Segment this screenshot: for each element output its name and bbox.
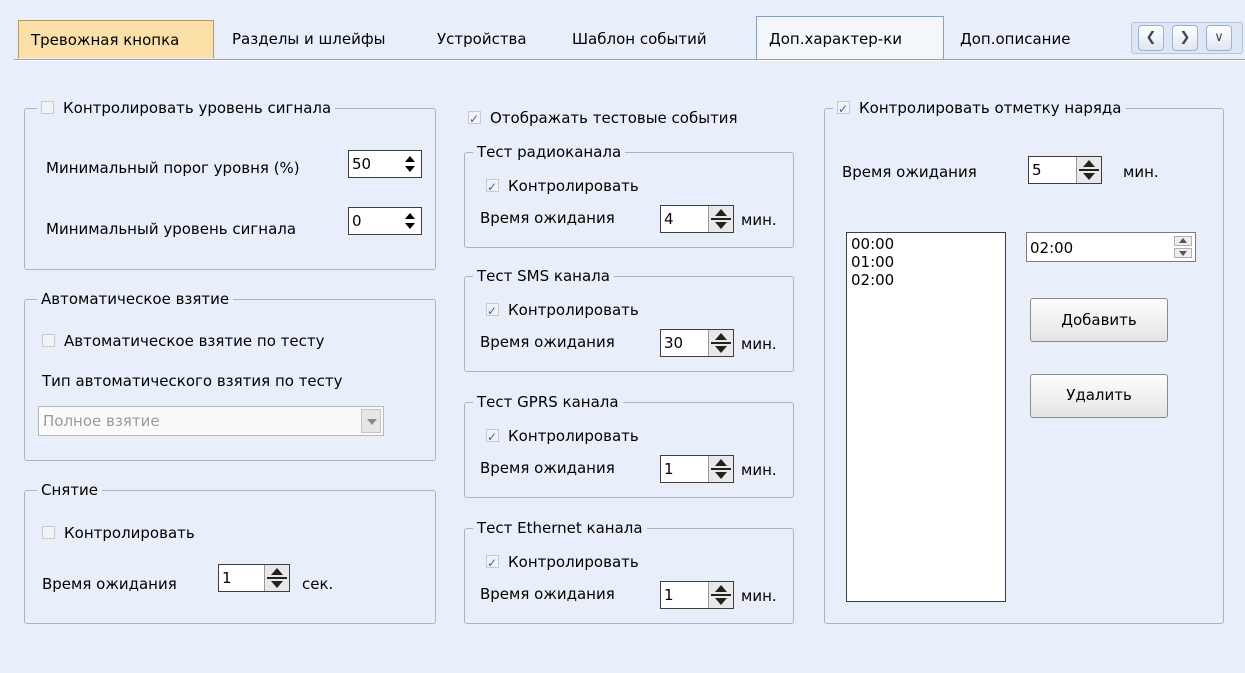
auto-arm-by-test-checkbox[interactable] [42, 334, 55, 347]
duty-wait-label: Время ожидания [842, 163, 977, 181]
auto-arm-type-select[interactable]: Полное взятие [38, 406, 384, 436]
signal-level-checkbox[interactable] [41, 101, 54, 114]
gprs-test-checkbox[interactable] [486, 427, 499, 447]
auto-arm-legend: Автоматическое взятие [37, 289, 234, 309]
radio-test-wait-label: Время ожидания [480, 209, 615, 227]
disarm-control-checkbox[interactable] [42, 526, 55, 539]
show-test-events-label: Отображать тестовые события [490, 109, 738, 127]
tab-sections-loops[interactable]: Разделы и шлейфы [220, 20, 418, 58]
list-item[interactable]: 00:00 [851, 235, 1001, 253]
ethernet-test-wait-spin[interactable]: 1 [660, 581, 734, 609]
sms-test-group: Тест SMS канала [464, 266, 794, 372]
spin-arrows-icon[interactable] [1174, 236, 1192, 258]
gprs-test-group: Тест GPRS канала [464, 392, 794, 498]
gprs-test-wait-label: Время ожидания [480, 459, 615, 477]
auto-arm-by-test-label: Автоматическое взятие по тесту [64, 332, 325, 350]
ethernet-test-unit: мин. [741, 587, 777, 605]
radio-test-wait-spin[interactable]: 4 [660, 205, 734, 233]
spin-arrows-icon[interactable] [1076, 157, 1101, 183]
duty-time-input[interactable]: 02:00 [1026, 232, 1196, 262]
gprs-test-control-label: Контролировать [508, 427, 639, 445]
chevron-down-icon[interactable] [361, 409, 381, 433]
signal-level-legend: Контролировать уровень сигнала [63, 99, 332, 117]
disarm-control-label: Контролировать [64, 524, 195, 542]
tab-alarm-button[interactable]: Тревожная кнопка [18, 20, 214, 58]
sms-test-wait-spin[interactable]: 30 [660, 329, 734, 357]
tab-extra-description[interactable]: Доп.описание [948, 20, 1112, 58]
disarm-group: Снятие [24, 480, 436, 624]
radio-test-control-label: Контролировать [508, 177, 639, 195]
ethernet-test-legend: Тест Ethernet канала [473, 518, 647, 538]
ethernet-test-group: Тест Ethernet канала [464, 518, 794, 624]
tab-extra-properties[interactable]: Доп.характер-ки [756, 16, 944, 60]
spin-arrows-icon[interactable] [264, 565, 289, 591]
tab-bar: Тревожная кнопка Разделы и шлейфы Устрой… [0, 0, 1245, 62]
show-test-events-checkbox[interactable] [468, 109, 481, 129]
duty-mark-legend: Контролировать отметку наряда [859, 99, 1122, 117]
tab-devices[interactable]: Устройства [425, 20, 556, 58]
min-level-label: Минимальный уровень сигнала [46, 220, 297, 238]
sms-test-wait-label: Время ожидания [480, 333, 615, 351]
spin-arrows-icon[interactable] [708, 206, 733, 232]
sms-test-checkbox[interactable] [486, 301, 499, 321]
auto-arm-type-label: Тип автоматического взятия по тесту [42, 372, 343, 390]
ethernet-test-control-label: Контролировать [508, 553, 639, 571]
scroll-right-icon[interactable]: ❯ [1172, 25, 1198, 51]
tab-event-template[interactable]: Шаблон событий [560, 20, 750, 58]
signal-level-group: Контролировать уровень сигнала [24, 98, 436, 270]
gprs-test-wait-spin[interactable]: 1 [660, 455, 734, 483]
gprs-test-legend: Тест GPRS канала [473, 392, 623, 412]
sms-test-unit: мин. [741, 335, 777, 353]
add-time-button[interactable]: Добавить [1030, 298, 1168, 342]
list-item[interactable]: 02:00 [851, 271, 1001, 289]
spin-arrows-icon[interactable] [708, 330, 733, 356]
disarm-wait-spin[interactable]: 1 [218, 564, 290, 592]
radio-test-group: Тест радиоканала [464, 142, 794, 248]
spin-arrows-icon[interactable] [708, 456, 733, 482]
spin-arrows-icon[interactable] [708, 582, 733, 608]
radio-test-checkbox[interactable] [486, 177, 499, 197]
duty-wait-spin[interactable]: 5 [1028, 156, 1102, 184]
sms-test-legend: Тест SMS канала [473, 266, 614, 286]
duty-mark-checkbox[interactable] [837, 99, 850, 119]
duty-times-list[interactable]: 00:00 01:00 02:00 [846, 232, 1006, 602]
disarm-wait-label: Время ожидания [42, 575, 177, 593]
radio-test-unit: мин. [741, 211, 777, 229]
scroll-left-icon[interactable]: ❮ [1138, 25, 1164, 51]
radio-test-legend: Тест радиоканала [473, 142, 626, 162]
min-threshold-spin[interactable]: 50 [348, 150, 422, 178]
delete-time-button[interactable]: Удалить [1030, 374, 1168, 418]
sms-test-control-label: Контролировать [508, 301, 639, 319]
spin-arrows-icon[interactable] [397, 208, 421, 234]
gprs-test-unit: мин. [741, 461, 777, 479]
ethernet-test-checkbox[interactable] [486, 553, 499, 573]
list-item[interactable]: 01:00 [851, 253, 1001, 271]
dropdown-list-icon[interactable]: ∨ [1206, 25, 1232, 51]
disarm-unit: сек. [302, 575, 334, 593]
ethernet-test-wait-label: Время ожидания [480, 585, 615, 603]
duty-wait-unit: мин. [1123, 163, 1159, 181]
spin-arrows-icon[interactable] [397, 151, 421, 177]
min-level-spin[interactable]: 0 [348, 207, 422, 235]
disarm-legend: Снятие [37, 480, 103, 500]
min-threshold-label: Минимальный порог уровня (%) [46, 159, 300, 177]
